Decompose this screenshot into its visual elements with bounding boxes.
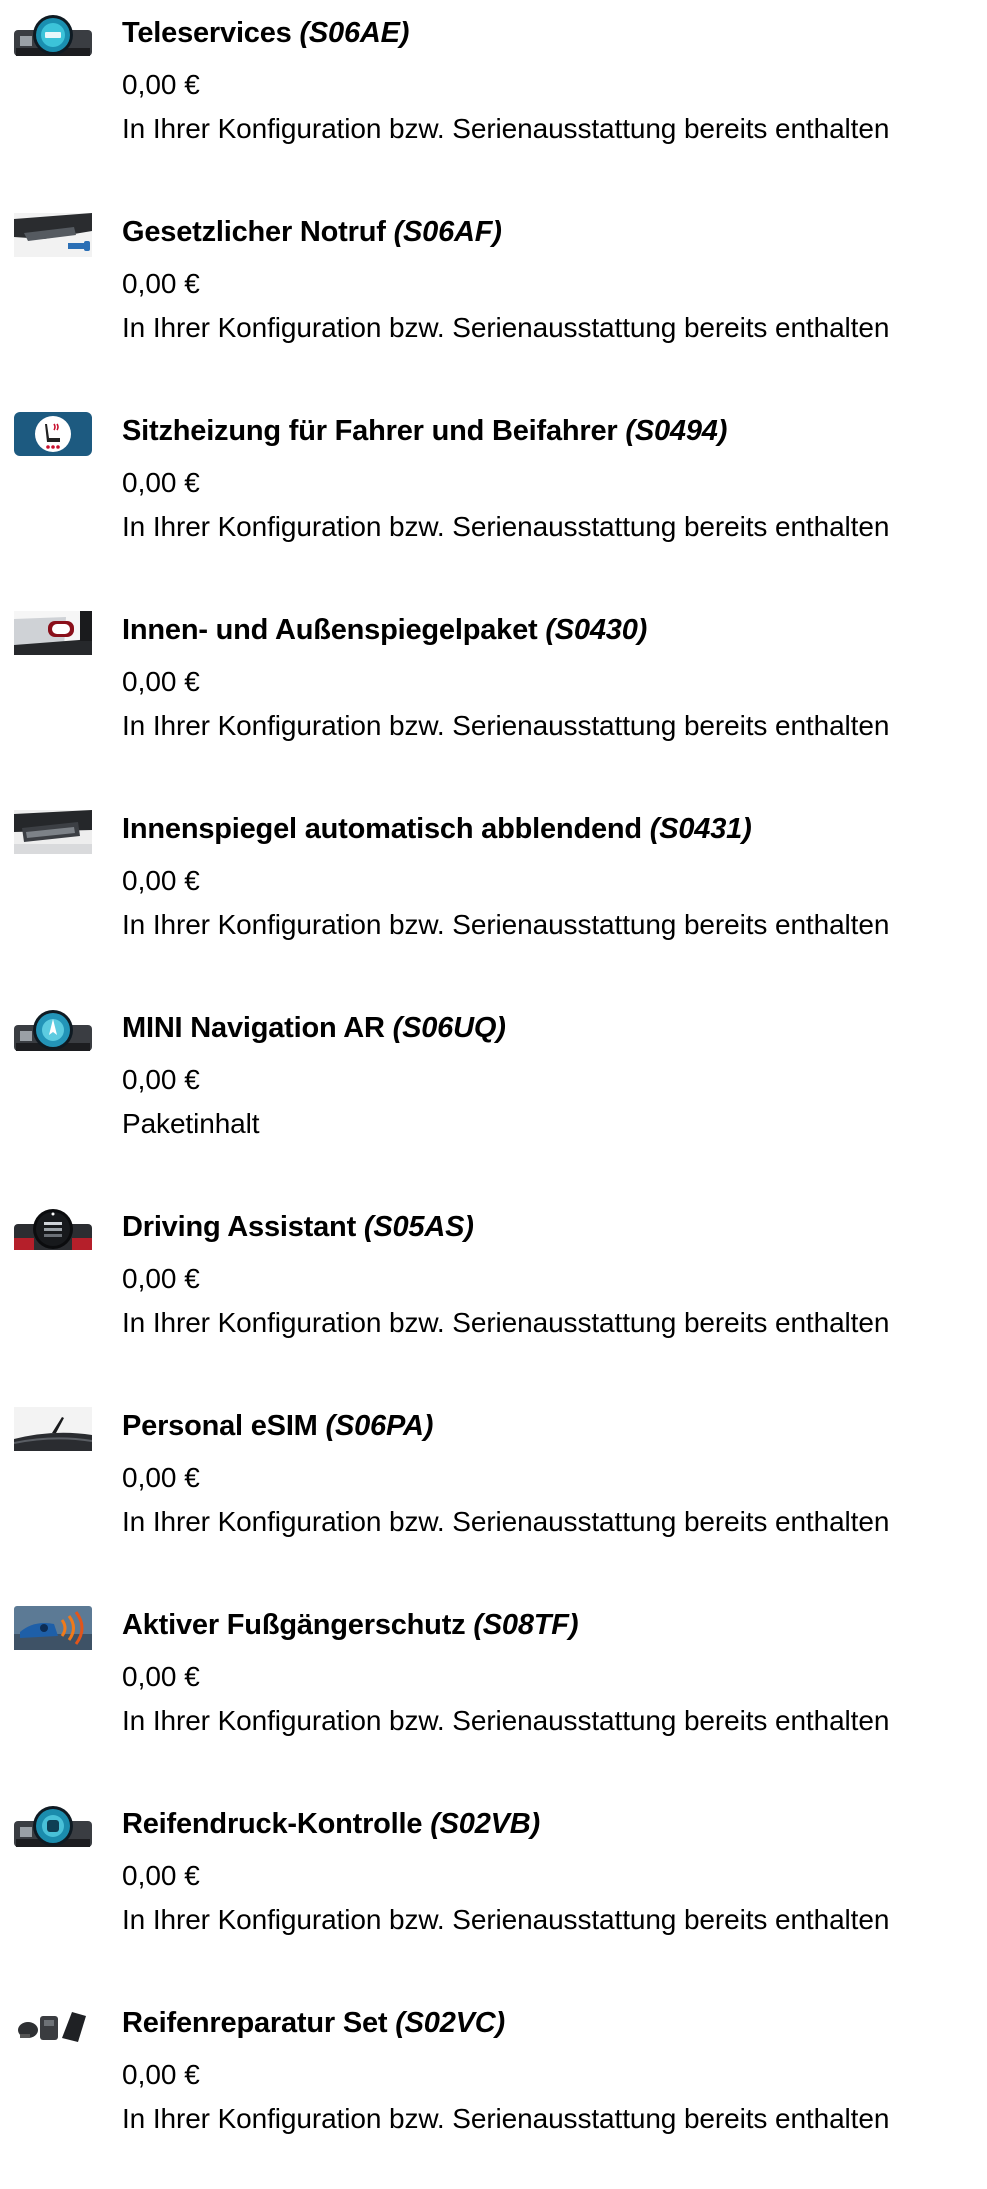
item-title: Teleservices (S06AE) [122, 14, 409, 52]
list-item: Teleservices (S06AE) 0,00 € In Ihrer Kon… [0, 0, 987, 199]
item-note: In Ihrer Konfiguration bzw. Serienaussta… [122, 2103, 890, 2134]
item-note: In Ihrer Konfiguration bzw. Serienaussta… [122, 312, 890, 343]
item-name: Aktiver Fußgängerschutz [122, 1609, 466, 1641]
tire-pressure-display-icon [14, 1805, 92, 1849]
mirror-icon [14, 611, 92, 655]
item-price: 0,00 € [122, 69, 200, 100]
item-code: (S0430) [545, 614, 648, 646]
dashboard-display-icon [14, 14, 92, 58]
rearview-mirror-icon [14, 810, 92, 854]
item-note: In Ihrer Konfiguration bzw. Serienaussta… [122, 710, 890, 741]
item-name: Reifendruck-Kontrolle [122, 1808, 423, 1840]
item-price: 0,00 € [122, 1661, 200, 1692]
item-note: In Ihrer Konfiguration bzw. Serienaussta… [122, 909, 890, 940]
item-name: Gesetzlicher Notruf [122, 216, 386, 248]
item-code: (S08TF) [473, 1609, 579, 1641]
item-price: 0,00 € [122, 1263, 200, 1294]
item-title: Innenspiegel automatisch abblendend (S04… [122, 810, 752, 848]
pedestrian-protection-icon [14, 1606, 92, 1650]
emergency-call-roof-icon [14, 213, 92, 257]
item-code: (S02VC) [395, 2007, 506, 2039]
item-price: 0,00 € [122, 2059, 200, 2090]
list-item: Aktiver Fußgängerschutz (S08TF) 0,00 € I… [0, 1592, 987, 1791]
item-note: Paketinhalt [122, 1108, 260, 1139]
list-item: Personal eSIM (S06PA) 0,00 € In Ihrer Ko… [0, 1393, 987, 1592]
item-title: Gesetzlicher Notruf (S06AF) [122, 213, 502, 251]
item-code: (S06AF) [393, 216, 502, 248]
list-item: Reifenreparatur Set (S02VC) 0,00 € In Ih… [0, 1990, 987, 2189]
navigation-display-icon [14, 1009, 92, 1053]
list-item: Reifendruck-Kontrolle (S02VB) 0,00 € In … [0, 1791, 987, 1990]
list-item: Driving Assistant (S05AS) 0,00 € In Ihre… [0, 1194, 987, 1393]
item-price: 0,00 € [122, 865, 200, 896]
item-title: Innen- und Außenspiegelpaket (S0430) [122, 611, 647, 649]
item-price: 0,00 € [122, 666, 200, 697]
list-item: Gesetzlicher Notruf (S06AF) 0,00 € In Ih… [0, 199, 987, 398]
item-note: In Ihrer Konfiguration bzw. Serienaussta… [122, 1506, 890, 1537]
list-item: Innenspiegel automatisch abblendend (S04… [0, 796, 987, 995]
item-name: Driving Assistant [122, 1211, 357, 1243]
item-name: Teleservices [122, 17, 292, 49]
item-name: Innen- und Außenspiegelpaket [122, 614, 538, 646]
item-title: Personal eSIM (S06PA) [122, 1407, 433, 1445]
item-note: In Ihrer Konfiguration bzw. Serienaussta… [122, 1705, 890, 1736]
item-code: (S02VB) [430, 1808, 541, 1840]
item-title: Sitzheizung für Fahrer und Beifahrer (S0… [122, 412, 727, 450]
item-name: MINI Navigation AR [122, 1012, 385, 1044]
item-code: (S06PA) [325, 1410, 434, 1442]
list-item: Sitzheizung für Fahrer und Beifahrer (S0… [0, 398, 987, 597]
item-note: In Ihrer Konfiguration bzw. Serienaussta… [122, 1904, 890, 1935]
item-note: In Ihrer Konfiguration bzw. Serienaussta… [122, 1307, 890, 1338]
item-note: In Ihrer Konfiguration bzw. Serienaussta… [122, 113, 890, 144]
item-price: 0,00 € [122, 268, 200, 299]
item-title: Aktiver Fußgängerschutz (S08TF) [122, 1606, 578, 1644]
item-code: (S05AS) [363, 1211, 474, 1243]
item-code: (S06AE) [299, 17, 410, 49]
item-code: (S0494) [625, 415, 728, 447]
item-name: Personal eSIM [122, 1410, 318, 1442]
item-title: Reifendruck-Kontrolle (S02VB) [122, 1805, 540, 1843]
item-title: Driving Assistant (S05AS) [122, 1208, 474, 1246]
item-title: Reifenreparatur Set (S02VC) [122, 2004, 505, 2042]
roof-antenna-icon [14, 1407, 92, 1451]
list-item: MINI Navigation AR (S06UQ) 0,00 € Paketi… [0, 995, 987, 1194]
item-price: 0,00 € [122, 1064, 200, 1095]
item-name: Sitzheizung für Fahrer und Beifahrer [122, 415, 618, 447]
item-price: 0,00 € [122, 1860, 200, 1891]
tire-repair-kit-icon [14, 2004, 92, 2048]
item-price: 0,00 € [122, 467, 200, 498]
item-price: 0,00 € [122, 1462, 200, 1493]
list-item: Innen- und Außenspiegelpaket (S0430) 0,0… [0, 597, 987, 796]
item-code: (S0431) [649, 813, 752, 845]
driving-assistant-display-icon [14, 1208, 92, 1252]
item-name: Reifenreparatur Set [122, 2007, 388, 2039]
item-code: (S06UQ) [392, 1012, 506, 1044]
item-title: MINI Navigation AR (S06UQ) [122, 1009, 506, 1047]
item-note: In Ihrer Konfiguration bzw. Serienaussta… [122, 511, 890, 542]
heated-seat-icon [14, 412, 92, 456]
item-name: Innenspiegel automatisch abblendend [122, 813, 642, 845]
